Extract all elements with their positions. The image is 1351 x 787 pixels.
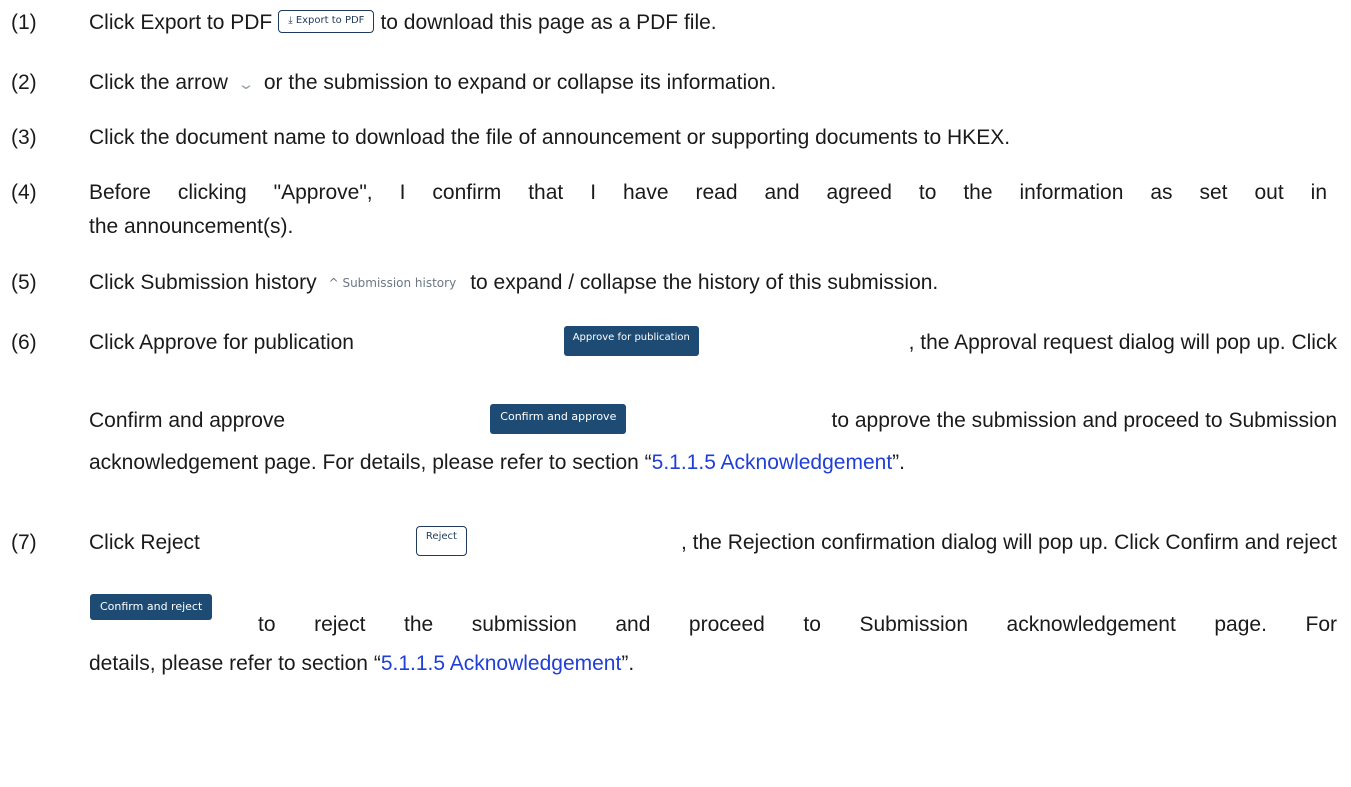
confirm-and-reject-button[interactable]: Confirm and reject [90, 594, 213, 620]
item-text: to expand / collapse the history of this… [470, 271, 939, 294]
item-text: to download this page as a PDF file. [380, 11, 717, 34]
item-text: to approve the submission and proceed to… [831, 409, 1337, 432]
confirm-and-approve-button[interactable]: Confirm and approve [490, 404, 627, 434]
item-number: (7) [11, 531, 37, 554]
item-text: Click the arrow [89, 71, 228, 94]
item-text: the announcement(s). [89, 215, 294, 238]
item-text: Click the document name to download the … [89, 126, 1011, 149]
item-text: Click Reject [89, 531, 200, 554]
item-text: Click Submission history [89, 271, 317, 294]
item-text: or the submission to expand or collapse … [263, 71, 777, 94]
chevron-down-icon[interactable]: ⌄ [237, 72, 257, 98]
acknowledgement-link[interactable]: 5.1.1.5 Acknowledgement [381, 652, 622, 675]
approve-for-publication-button[interactable]: Approve for publication [563, 326, 699, 356]
item-number: (5) [11, 271, 37, 294]
item-number: (1) [11, 11, 37, 34]
item-text: ”. [892, 451, 905, 474]
item-number: (2) [11, 71, 37, 94]
item-text: Confirm and approve [89, 409, 286, 432]
item-text: , the Approval request dialog will pop u… [908, 331, 1337, 354]
item-text: acknowledgement page. For details, pleas… [89, 451, 652, 474]
item-text: details, please refer to section “ [89, 652, 381, 675]
export-to-pdf-button[interactable]: ⤓ Export to PDF [278, 9, 375, 33]
acknowledgement-link[interactable]: 5.1.1.5 Acknowledgement [652, 451, 893, 474]
item-text: ”. [621, 652, 635, 675]
item-text: , the Rejection confirmation dialog will… [681, 531, 1337, 554]
item-text: Before clicking "Approve", I confirm tha… [89, 181, 1327, 204]
item-number: (6) [11, 331, 37, 354]
item-text: to reject the submission and proceed to … [258, 613, 1337, 636]
reject-button[interactable]: Reject [415, 526, 467, 556]
item-number: (4) [11, 181, 37, 204]
item-text: Click Approve for publication [89, 331, 354, 354]
item-text: Click Export to PDF [89, 11, 273, 34]
item-number: (3) [11, 126, 37, 149]
submission-history-toggle[interactable]: ^ Submission history [329, 270, 457, 296]
